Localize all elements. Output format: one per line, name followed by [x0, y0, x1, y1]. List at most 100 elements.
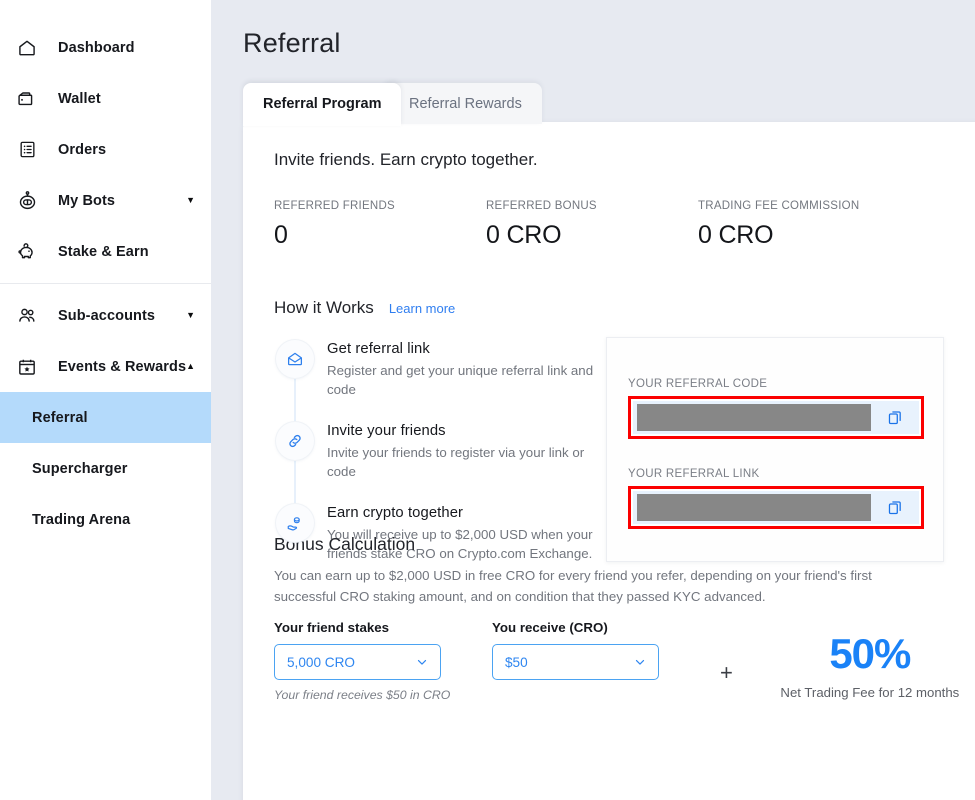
calendar-star-icon	[14, 354, 40, 380]
step-connector	[294, 456, 296, 510]
how-it-works-header: How it Works Learn more	[274, 298, 455, 318]
copy-icon	[887, 499, 904, 516]
net-trading-fee-block: 50% Net Trading Fee for 12 months	[745, 630, 975, 701]
sidebar-item-label: Sub-accounts	[58, 307, 156, 324]
referral-credentials-panel: YOUR REFERRAL CODE YOUR REFERRAL LINK	[606, 337, 944, 562]
copy-referral-link-button[interactable]	[871, 499, 919, 516]
stat-referred-bonus: REFERRED BONUS 0 CRO	[486, 200, 698, 250]
stat-trading-fee-commission: TRADING FEE COMMISSION 0 CRO	[698, 200, 948, 250]
tab-referral-rewards[interactable]: Referral Rewards	[383, 83, 542, 124]
chevron-up-icon[interactable]: ▲	[186, 362, 195, 371]
referral-link-highlight	[628, 486, 924, 529]
sidebar-subitem-label: Referral	[32, 409, 88, 426]
plus-sign: +	[720, 660, 733, 685]
sidebar-item-label: Events & Rewards	[58, 358, 187, 375]
sidebar-divider	[0, 283, 211, 284]
how-it-works-title: How it Works	[274, 298, 374, 317]
copy-icon	[887, 409, 904, 426]
you-receive-select[interactable]: $50	[492, 644, 659, 680]
robot-icon	[14, 188, 40, 214]
sidebar: Dashboard Wallet Orders My Bots ▼ Stake …	[0, 0, 211, 800]
sidebar-item-label: Orders	[58, 141, 107, 158]
home-icon	[14, 35, 40, 61]
step-description: Invite your friends to register via your…	[327, 445, 585, 480]
fee-percent: 50%	[829, 630, 911, 677]
chevron-down-icon	[633, 655, 647, 669]
tab-referral-program[interactable]: Referral Program	[243, 83, 402, 126]
referral-code-label: YOUR REFERRAL CODE	[628, 378, 768, 390]
sidebar-item-label: My Bots	[58, 192, 116, 209]
you-receive-label: You receive (CRO)	[492, 620, 608, 635]
sidebar-item-sub-accounts[interactable]: Sub-accounts ▼	[0, 290, 211, 341]
referral-link-value	[637, 494, 871, 521]
stat-value: 0	[274, 221, 288, 249]
chevron-down-icon	[415, 655, 429, 669]
fee-caption: Net Trading Fee for 12 months	[780, 685, 960, 700]
sidebar-item-my-bots[interactable]: My Bots ▼	[0, 175, 211, 226]
piggybank-icon	[14, 239, 40, 265]
chevron-down-icon[interactable]: ▼	[186, 196, 195, 205]
copy-referral-code-button[interactable]	[871, 409, 919, 426]
step-title: Get referral link	[327, 341, 430, 357]
mail-open-icon	[276, 340, 314, 378]
step-body: Get referral link Register and get your …	[327, 340, 599, 422]
sidebar-item-orders[interactable]: Orders	[0, 124, 211, 175]
wallet-icon	[14, 86, 40, 112]
card-headline: Invite friends. Earn crypto together.	[274, 150, 538, 169]
sidebar-item-label: Dashboard	[58, 39, 135, 56]
sidebar-item-dashboard[interactable]: Dashboard	[0, 22, 211, 73]
bonus-calculator: Your friend stakes 5,000 CRO Your friend…	[274, 620, 975, 702]
step-title: Invite your friends	[327, 423, 446, 439]
friend-receives-note: Your friend receives $50 in CRO	[274, 688, 451, 702]
stat-label: TRADING FEE COMMISSION	[698, 200, 860, 212]
step-connector	[294, 374, 296, 428]
sidebar-item-wallet[interactable]: Wallet	[0, 73, 211, 124]
page-title: Referral	[243, 28, 341, 58]
sidebar-item-stake-and-earn[interactable]: Stake & Earn	[0, 226, 211, 277]
link-chain-icon	[276, 422, 314, 460]
learn-more-link[interactable]: Learn more	[389, 301, 455, 316]
stat-label: REFERRED BONUS	[486, 200, 597, 212]
sidebar-subitem-trading-arena[interactable]: Trading Arena	[0, 494, 211, 545]
chevron-down-icon[interactable]: ▼	[186, 311, 195, 320]
tab-label: Referral Rewards	[409, 96, 522, 112]
orders-icon	[14, 137, 40, 163]
bonus-calculation-description: You can earn up to $2,000 USD in free CR…	[274, 568, 872, 604]
sidebar-subitem-supercharger[interactable]: Supercharger	[0, 443, 211, 494]
stat-referred-friends: REFERRED FRIENDS 0	[274, 200, 486, 250]
step-icon-wrap	[274, 340, 316, 428]
step-title: Earn crypto together	[327, 505, 464, 521]
step-body: Invite your friends Invite your friends …	[327, 422, 599, 504]
you-receive-field: You receive (CRO) $50	[492, 620, 710, 680]
sidebar-item-events-and-rewards[interactable]: Events & Rewards ▲	[0, 341, 211, 392]
stat-label: REFERRED FRIENDS	[274, 200, 395, 212]
friend-stakes-value: 5,000 CRO	[287, 654, 356, 670]
stat-value: 0 CRO	[698, 221, 774, 249]
users-icon	[14, 303, 40, 329]
referral-code-field[interactable]	[633, 401, 919, 434]
friend-stakes-field: Your friend stakes 5,000 CRO Your friend…	[274, 620, 492, 702]
referral-code-value	[637, 404, 871, 431]
step-invite-your-friends: Invite your friends Invite your friends …	[274, 422, 604, 510]
sidebar-subitem-label: Supercharger	[32, 460, 128, 477]
main-content: Referral Referral Rewards Referral Progr…	[211, 0, 975, 800]
referral-link-field[interactable]	[633, 491, 919, 524]
step-icon-wrap	[274, 422, 316, 510]
referral-link-label: YOUR REFERRAL LINK	[628, 468, 760, 480]
friend-stakes-label: Your friend stakes	[274, 620, 390, 635]
sidebar-item-label: Stake & Earn	[58, 243, 149, 260]
sidebar-item-label: Wallet	[58, 90, 101, 107]
referral-page: Dashboard Wallet Orders My Bots ▼ Stake …	[0, 0, 975, 800]
referral-code-highlight	[628, 396, 924, 439]
sidebar-subitem-referral[interactable]: Referral	[0, 392, 211, 443]
stat-value: 0 CRO	[486, 221, 562, 249]
referral-program-card: Invite friends. Earn crypto together. RE…	[243, 122, 975, 800]
hand-coins-icon	[276, 504, 314, 542]
you-receive-value: $50	[505, 654, 528, 670]
stats-row: REFERRED FRIENDS 0 REFERRED BONUS 0 CRO …	[274, 200, 948, 250]
friend-stakes-select[interactable]: 5,000 CRO	[274, 644, 441, 680]
sidebar-subitem-label: Trading Arena	[32, 511, 131, 528]
tab-label: Referral Program	[263, 96, 382, 112]
step-get-referral-link: Get referral link Register and get your …	[274, 340, 604, 428]
tab-bar: Referral Rewards Referral Program	[243, 83, 542, 126]
